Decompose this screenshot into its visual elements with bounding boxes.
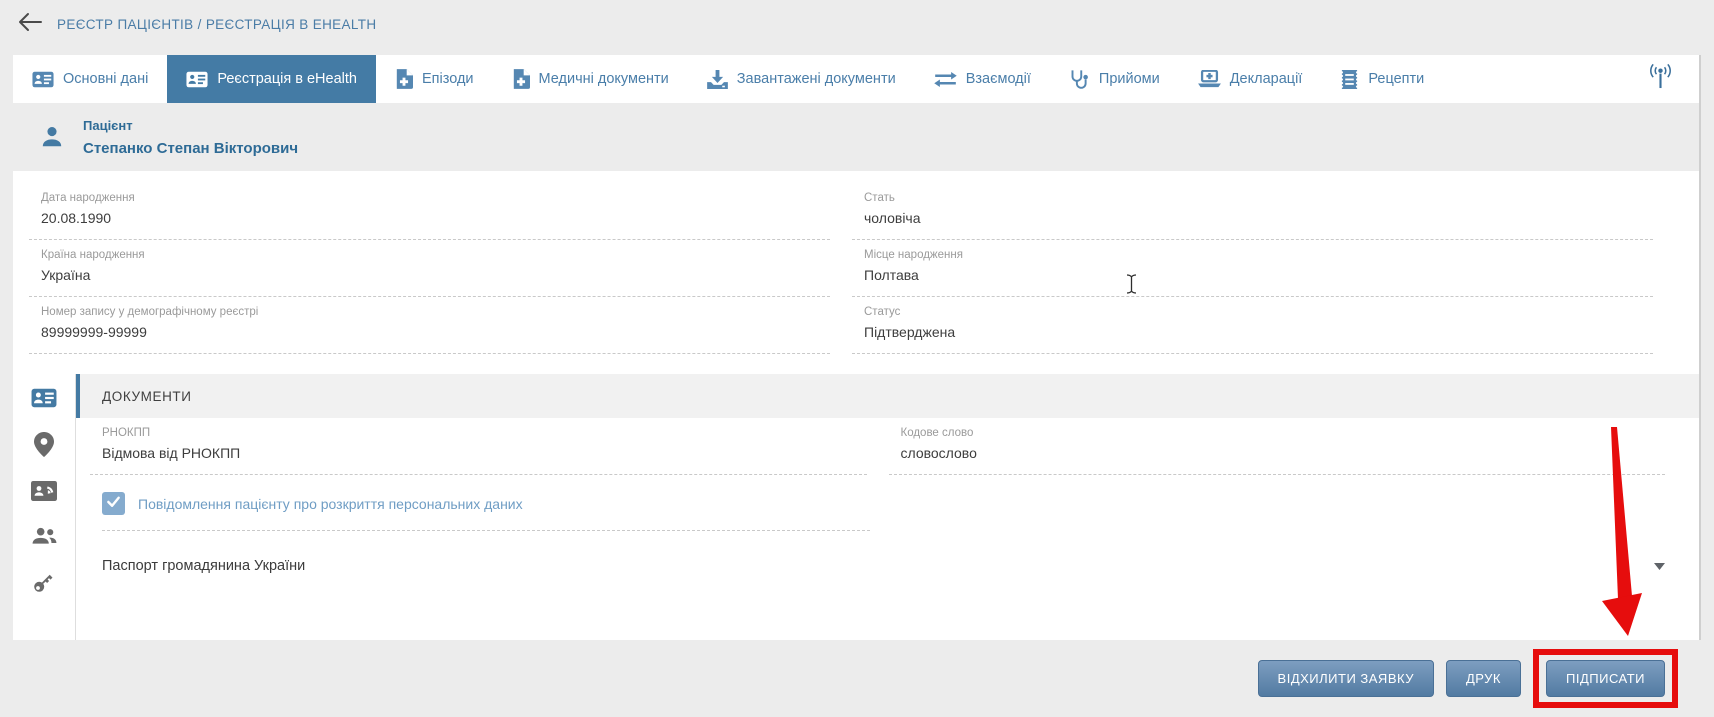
download-icon <box>707 70 728 89</box>
field-registry-number: Номер запису у демографічному реєстрі 89… <box>29 297 830 354</box>
sidebar-item-people[interactable] <box>31 525 58 546</box>
field-value: Підтверджена <box>864 324 1653 340</box>
tab-label: Рецепти <box>1368 71 1424 87</box>
person-icon <box>39 124 65 150</box>
tab-label: Прийоми <box>1099 71 1160 87</box>
tab-label: Взаємодії <box>966 71 1031 87</box>
field-label: Кодове слово <box>901 427 1666 439</box>
tab-episodes[interactable]: Епізоди <box>376 55 493 103</box>
file-plus-icon <box>395 69 413 89</box>
sign-button[interactable]: ПІДПИСАТИ <box>1546 660 1665 697</box>
patient-label: Пацієнт <box>83 118 298 133</box>
section-icon-rail <box>13 374 76 640</box>
footer-action-bar: ВІДХИЛИТИ ЗАЯВКУ ДРУК ПІДПИСАТИ <box>0 640 1714 716</box>
tab-label: Декларації <box>1230 71 1303 87</box>
tab-ehealth-registration[interactable]: Реєстрація в eHealth <box>167 55 376 103</box>
receipt-icon <box>1340 70 1359 89</box>
chevron-down-icon[interactable] <box>1654 563 1665 570</box>
disclosure-checkbox-row: Повідомлення пацієнту про розкриття перс… <box>102 492 870 531</box>
swap-arrows-icon <box>934 72 957 87</box>
sidebar-item-id-card[interactable] <box>31 388 57 408</box>
passport-label: Паспорт громадянина України <box>102 558 305 574</box>
patient-fields: Дата народження 20.08.1990 Стать чоловіч… <box>13 171 1699 374</box>
back-button[interactable] <box>18 12 42 37</box>
field-status: Статус Підтверджена <box>852 297 1653 354</box>
check-icon <box>106 494 121 514</box>
field-value: Україна <box>41 267 830 283</box>
field-value: 89999999-99999 <box>41 324 830 340</box>
field-rnokpp: РНОКПП Відмова від РНОКПП <box>90 418 867 475</box>
field-code-word: Кодове слово словослово <box>889 418 1666 475</box>
main-card: Основні дані Реєстрація в eHealth Епізод… <box>13 55 1701 640</box>
field-value: Відмова від РНОКПП <box>102 445 867 461</box>
field-label: Країна народження <box>41 249 830 261</box>
passport-accordion[interactable]: Паспорт громадянина України <box>76 531 1699 574</box>
tab-label: Реєстрація в eHealth <box>217 71 357 87</box>
sidebar-item-location[interactable] <box>34 432 54 457</box>
id-card-icon <box>186 71 208 88</box>
field-label: Місце народження <box>864 249 1653 261</box>
field-label: РНОКПП <box>102 427 867 439</box>
field-label: Стать <box>864 192 1653 204</box>
stethoscope-icon <box>1069 69 1090 90</box>
arrow-left-icon <box>18 12 42 37</box>
patient-banner: Пацієнт Степанко Степан Вікторович <box>13 103 1699 171</box>
id-card-icon <box>32 71 54 88</box>
disclosure-checkbox[interactable] <box>102 492 125 515</box>
field-birth-country: Країна народження Україна <box>29 240 830 297</box>
field-label: Номер запису у демографічному реєстрі <box>41 306 830 318</box>
sidebar-item-contact-card[interactable] <box>31 481 57 501</box>
field-label: Статус <box>864 306 1653 318</box>
tab-appointments[interactable]: Прийоми <box>1050 55 1179 103</box>
laptop-plus-icon <box>1198 70 1221 89</box>
sidebar-item-key[interactable] <box>32 570 56 594</box>
field-value: чоловіча <box>864 210 1653 226</box>
documents-section-header: ДОКУМЕНТИ <box>76 374 1699 418</box>
field-label: Дата народження <box>41 192 830 204</box>
reject-application-button[interactable]: ВІДХИЛИТИ ЗАЯВКУ <box>1258 660 1434 697</box>
patient-name: Степанко Степан Вікторович <box>83 140 298 157</box>
tab-declarations[interactable]: Декларації <box>1179 55 1322 103</box>
field-value: словослово <box>901 445 1666 461</box>
tab-bar: Основні дані Реєстрація в eHealth Епізод… <box>13 55 1699 103</box>
file-plus-icon <box>512 69 530 89</box>
documents-area: ДОКУМЕНТИ РНОКПП Відмова від РНОКПП Кодо… <box>13 374 1699 640</box>
tab-uploaded-documents[interactable]: Завантажені документи <box>688 55 915 103</box>
breadcrumb[interactable]: РЕЄСТР ПАЦІЄНТІВ / РЕЄСТРАЦІЯ В EHEALTH <box>57 17 376 32</box>
field-gender: Стать чоловіча <box>852 183 1653 240</box>
documents-content: ДОКУМЕНТИ РНОКПП Відмова від РНОКПП Кодо… <box>76 374 1699 640</box>
antenna-icon[interactable] <box>1648 62 1673 96</box>
tab-label: Епізоди <box>422 71 474 87</box>
tab-prescriptions[interactable]: Рецепти <box>1321 55 1443 103</box>
documents-title: ДОКУМЕНТИ <box>102 389 192 404</box>
field-birth-date: Дата народження 20.08.1990 <box>29 183 830 240</box>
disclosure-checkbox-label: Повідомлення пацієнту про розкриття перс… <box>138 496 523 512</box>
annotation-highlight-box: ПІДПИСАТИ <box>1533 649 1678 708</box>
tab-basic-data[interactable]: Основні дані <box>13 55 167 103</box>
field-value: Полтава <box>864 267 1653 283</box>
tab-label: Медичні документи <box>539 71 669 87</box>
field-birth-place: Місце народження Полтава <box>852 240 1653 297</box>
tab-label: Завантажені документи <box>737 71 896 87</box>
print-button[interactable]: ДРУК <box>1446 660 1521 697</box>
field-value: 20.08.1990 <box>41 210 830 226</box>
tab-medical-documents[interactable]: Медичні документи <box>493 55 688 103</box>
tab-interactions[interactable]: Взаємодії <box>915 55 1050 103</box>
top-bar: РЕЄСТР ПАЦІЄНТІВ / РЕЄСТРАЦІЯ В EHEALTH <box>0 0 1714 55</box>
tab-label: Основні дані <box>63 71 148 87</box>
